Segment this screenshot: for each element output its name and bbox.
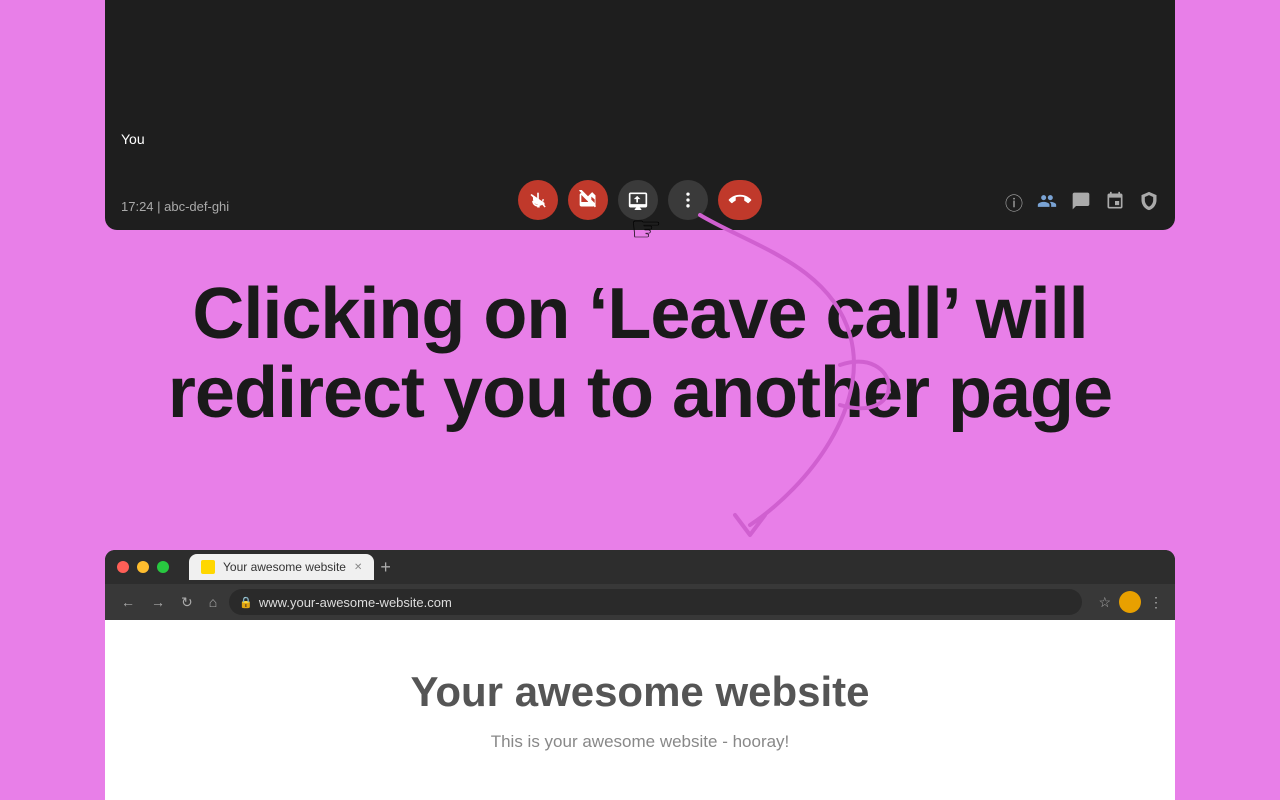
browser-toolbar: ← → ↻ ⌂ 🔒 www.your-awesome-website.com ☆…: [105, 584, 1175, 620]
right-side-icons: ⓘ: [1005, 190, 1159, 216]
profile-circle[interactable]: [1119, 591, 1141, 613]
traffic-light-yellow[interactable]: [137, 561, 149, 573]
website-title: Your awesome website: [410, 668, 869, 716]
new-tab-button[interactable]: +: [380, 557, 391, 578]
toggle-camera-button[interactable]: [568, 180, 608, 220]
lock-icon: 🔒: [239, 596, 253, 609]
browser-tab[interactable]: Your awesome website ✕: [189, 554, 374, 580]
main-text-container: Clicking on ‘Leave call’ will redirect y…: [0, 275, 1280, 433]
browser-content: Your awesome website This is your awesom…: [105, 620, 1175, 800]
leave-call-icon: [724, 184, 755, 215]
traffic-light-red[interactable]: [117, 561, 129, 573]
present-screen-button[interactable]: [618, 180, 658, 220]
more-options-icon: [678, 190, 698, 210]
mute-microphone-button[interactable]: [518, 180, 558, 220]
home-button[interactable]: ⌂: [205, 592, 221, 612]
back-button[interactable]: ←: [117, 592, 139, 612]
address-text: www.your-awesome-website.com: [259, 595, 452, 610]
forward-button[interactable]: →: [147, 592, 169, 612]
call-info: 17:24 | abc-def-ghi: [121, 199, 229, 214]
tab-close-button[interactable]: ✕: [354, 562, 362, 573]
video-call-bar: You 17:24 | abc-def-ghi: [105, 0, 1175, 230]
website-subtitle: This is your awesome website - hooray!: [491, 732, 790, 752]
main-heading: Clicking on ‘Leave call’ will redirect y…: [60, 275, 1220, 433]
activities-icon[interactable]: [1105, 191, 1125, 216]
bookmark-button[interactable]: ☆: [1098, 594, 1111, 611]
you-label: You: [121, 131, 145, 147]
tab-area: Your awesome website ✕ +: [189, 554, 1163, 580]
tab-label: Your awesome website: [223, 560, 346, 574]
camera-off-icon: [578, 190, 598, 210]
call-controls: [518, 180, 762, 220]
people-icon[interactable]: [1037, 191, 1057, 216]
safety-icon[interactable]: [1139, 191, 1159, 216]
info-icon[interactable]: ⓘ: [1005, 190, 1023, 216]
more-options-button[interactable]: [668, 180, 708, 220]
reload-button[interactable]: ↻: [177, 592, 197, 613]
browser-mockup: Your awesome website ✕ + ← → ↻ ⌂ 🔒 www.y…: [105, 550, 1175, 800]
present-screen-icon: [628, 190, 648, 210]
microphone-slash-icon: [528, 190, 548, 210]
browser-actions: ☆ ⋮: [1098, 591, 1163, 613]
address-bar[interactable]: 🔒 www.your-awesome-website.com: [229, 589, 1082, 615]
chat-icon[interactable]: [1071, 191, 1091, 216]
browser-menu-button[interactable]: ⋮: [1149, 594, 1163, 611]
traffic-light-green[interactable]: [157, 561, 169, 573]
leave-call-button[interactable]: [718, 180, 762, 220]
tab-favicon: [201, 560, 215, 574]
browser-titlebar: Your awesome website ✕ +: [105, 550, 1175, 584]
